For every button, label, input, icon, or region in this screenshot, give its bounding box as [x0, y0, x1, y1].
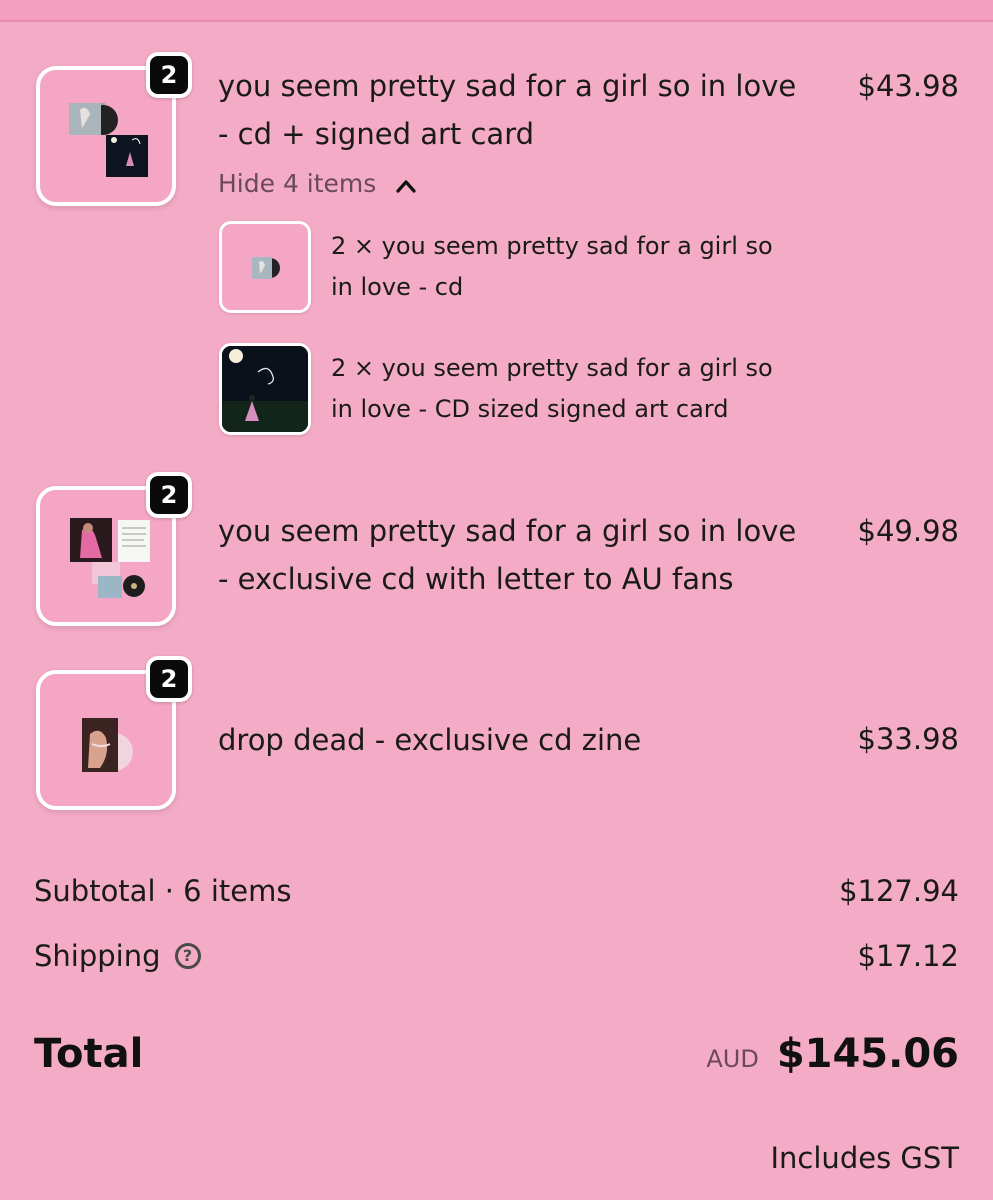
quantity-badge: 2 [146, 472, 192, 518]
currency-code: AUD [706, 1045, 759, 1073]
component-thumbnail [219, 343, 311, 435]
subtotal-value: $127.94 [839, 874, 959, 908]
line-item-price: $49.98 [857, 514, 959, 548]
component-title-line: in love - cd [331, 273, 464, 301]
cd-image [252, 257, 280, 279]
line-item-title-line: drop dead - exclusive cd zine [218, 723, 642, 757]
question-circle-icon[interactable]: ? [174, 943, 201, 969]
line-item-title-line: you seem pretty sad for a girl so in lov… [218, 69, 797, 103]
line-item-price: $43.98 [857, 69, 959, 103]
hide-items-label: Hide 4 items [218, 169, 377, 198]
component-thumbnail [219, 221, 311, 313]
shipping-label: Shipping [34, 939, 161, 973]
line-item-title-line: - exclusive cd with letter to AU fans [218, 562, 734, 596]
shipping-row: Shipping? [34, 936, 201, 976]
total-label: Total [34, 1031, 144, 1077]
component-title-line: 2 × you seem pretty sad for a girl so [331, 354, 773, 382]
tax-note: Includes GST [770, 1141, 960, 1175]
chevron-up-icon [396, 167, 416, 203]
line-item-title[interactable]: drop dead - exclusive cd zine [218, 716, 828, 764]
line-item-title[interactable]: you seem pretty sad for a girl so in lov… [218, 507, 828, 603]
signed-art-card-image [222, 346, 308, 432]
quantity-badge: 2 [146, 52, 192, 98]
quantity-badge: 2 [146, 656, 192, 702]
shipping-value: $17.12 [857, 939, 959, 973]
subtotal-label: Subtotal · 6 items [34, 874, 292, 908]
component-title-line: 2 × you seem pretty sad for a girl so [331, 232, 773, 260]
component-title: 2 × you seem pretty sad for a girl so in… [331, 226, 831, 308]
line-item-price: $33.98 [857, 722, 959, 756]
component-title-line: in love - CD sized signed art card [331, 395, 729, 423]
total-value: $145.06 [776, 1031, 959, 1077]
line-item-title-line: you seem pretty sad for a girl so in lov… [218, 514, 797, 548]
top-bar [0, 0, 993, 22]
line-item-title-line: - cd + signed art card [218, 117, 535, 151]
hide-items-toggle[interactable]: Hide 4 items [218, 166, 416, 203]
component-title: 2 × you seem pretty sad for a girl so in… [331, 348, 831, 430]
line-item-title[interactable]: you seem pretty sad for a girl so in lov… [218, 62, 828, 158]
total-amount: AUD $145.06 [706, 1030, 959, 1086]
